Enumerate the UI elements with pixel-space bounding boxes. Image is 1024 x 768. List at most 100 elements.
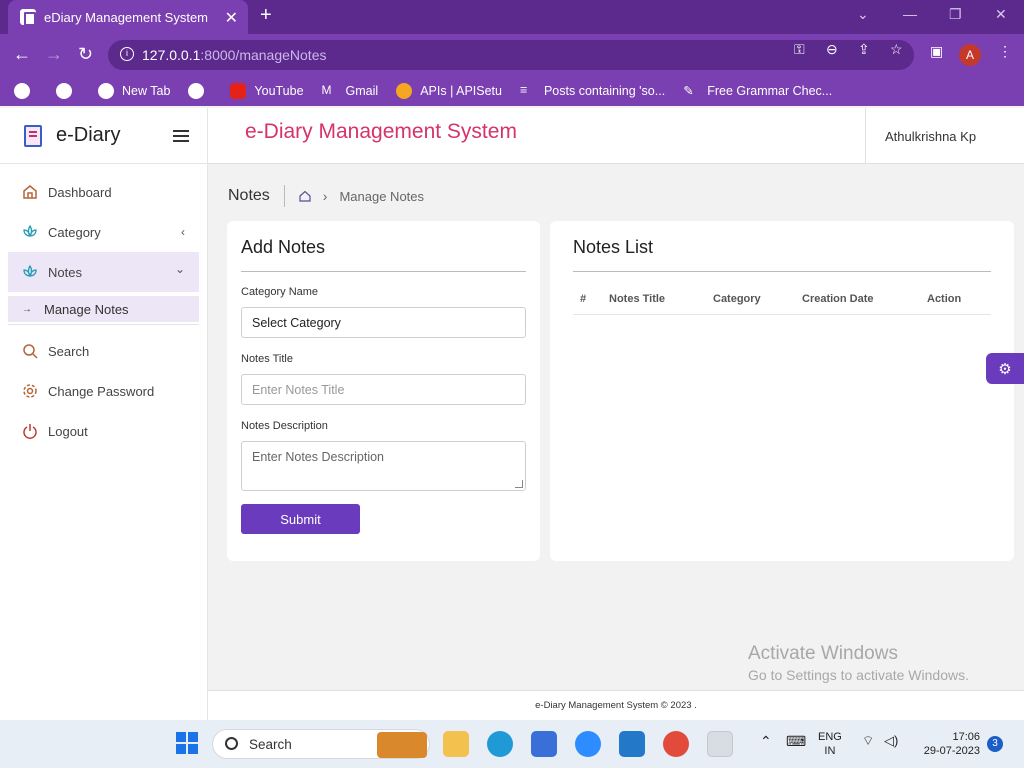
back-icon[interactable]: ←: [13, 44, 31, 65]
page-title: Notes: [228, 187, 270, 204]
address-bar: ← → ↻ i 127.0.0.1:8000/manageNotes ⚿ ⊖ ⇪…: [0, 34, 1024, 76]
browser-tab[interactable]: eDiary Management System ✕: [8, 0, 248, 34]
sidepanel-icon[interactable]: ▣: [930, 43, 943, 60]
notes-description-textarea[interactable]: Enter Notes Description: [241, 441, 526, 491]
browser-tab-bar: eDiary Management System ✕ + ⌄ — ❐ ✕: [0, 0, 1024, 34]
activate-windows-watermark: Activate Windows Go to Settings to activ…: [748, 643, 969, 683]
page-footer: e-Diary Management System © 2023 .: [208, 690, 1024, 720]
app-title: e-Diary Management System: [245, 120, 517, 143]
forward-icon[interactable]: →: [45, 44, 63, 65]
sidebar-item-category[interactable]: Category ‹: [0, 212, 207, 252]
globe-icon: [14, 83, 30, 99]
tiger-illustration-icon: [377, 732, 427, 758]
tab-close-icon[interactable]: ✕: [225, 8, 238, 28]
lotus-icon: [23, 264, 37, 278]
chrome-icon[interactable]: [663, 731, 689, 757]
sidebar-item-label: Dashboard: [48, 184, 112, 200]
wifi-icon[interactable]: ⌔: [862, 734, 874, 748]
breadcrumb: Notes › Manage Notes: [228, 185, 424, 207]
tab-title: eDiary Management System: [44, 9, 209, 25]
bookmarks-bar: New Tab YouTube M Gmail APIs | APISetu ≡ P…: [0, 76, 1024, 106]
chevron-down-icon: ⌄: [174, 262, 185, 276]
taskbar: Search ⌃ ⌨ ENG IN ⌔ ◁) 17:06 29-07-2023: [0, 720, 1024, 768]
user-name: Athulkrishna Kp: [885, 128, 977, 144]
notes-list-card: Notes List # Notes Title Category Creati…: [550, 221, 1014, 561]
gear-icon: [23, 384, 37, 398]
stackoverflow-icon: ≡: [519, 83, 528, 97]
brand-title: e-Diary: [56, 124, 121, 146]
search-icon: [225, 737, 238, 750]
chevron-right-icon: ›: [322, 188, 328, 204]
user-menu[interactable]: Athulkrishna Kp: [865, 108, 1024, 164]
bookmark-item[interactable]: [188, 83, 212, 99]
taskbar-search[interactable]: Search: [212, 729, 430, 759]
column-header-action: Action: [927, 293, 962, 305]
file-explorer-icon[interactable]: [443, 731, 469, 757]
notes-list-title: Notes List: [573, 237, 654, 257]
notes-title-label: Notes Title: [241, 353, 293, 365]
restore-icon[interactable]: ❐: [949, 6, 962, 23]
bookmark-item[interactable]: [14, 83, 38, 99]
window-close-icon[interactable]: ✕: [995, 6, 1007, 23]
submit-button[interactable]: Submit: [241, 504, 360, 534]
share-icon[interactable]: ⇪: [858, 41, 870, 58]
sidebar-subitem-label: Manage Notes: [44, 301, 129, 317]
profile-avatar[interactable]: A: [959, 44, 981, 66]
bookmark-item[interactable]: [56, 83, 80, 99]
bookmark-gmail[interactable]: M Gmail: [322, 83, 379, 99]
windows-start-icon[interactable]: [176, 732, 198, 754]
sidebar-item-dashboard[interactable]: Dashboard: [0, 172, 207, 212]
diary-logo-icon: [24, 124, 42, 147]
sidebar-item-search[interactable]: Search: [0, 331, 207, 371]
site-info-icon[interactable]: i: [120, 47, 134, 61]
key-icon[interactable]: ⚿: [794, 41, 805, 58]
language-indicator[interactable]: ENG IN: [818, 730, 842, 758]
store-icon[interactable]: [531, 731, 557, 757]
bookmark-new-tab[interactable]: New Tab: [98, 83, 170, 99]
zoom-icon[interactable]: ⊖: [826, 41, 838, 58]
reload-icon[interactable]: ↻: [78, 44, 93, 65]
notes-title-input[interactable]: Enter Notes Title: [241, 374, 526, 405]
clock[interactable]: 17:06 29-07-2023: [918, 730, 980, 758]
keyboard-icon[interactable]: ⌨: [786, 734, 806, 748]
divider: [241, 271, 526, 272]
new-tab-button[interactable]: +: [260, 4, 272, 27]
bookmark-star-icon[interactable]: ☆: [890, 41, 903, 58]
column-header-creation-date: Creation Date: [802, 293, 874, 305]
bookmark-grammar[interactable]: ✎ Free Grammar Chec...: [683, 83, 832, 99]
minimize-icon[interactable]: —: [903, 6, 917, 22]
sidebar-item-notes[interactable]: Notes ⌄: [8, 252, 199, 292]
gear-icon: ⚙: [998, 360, 1012, 378]
chevron-left-icon: ‹: [181, 225, 185, 239]
chevron-up-icon[interactable]: ⌃: [760, 734, 772, 748]
add-notes-title: Add Notes: [241, 237, 326, 257]
vscode-icon[interactable]: [619, 731, 645, 757]
notification-badge[interactable]: 3: [987, 736, 1003, 752]
divider: [573, 271, 991, 272]
bookmark-youtube[interactable]: YouTube: [230, 83, 304, 99]
browser-menu-icon[interactable]: ⋮: [998, 43, 1012, 60]
tab-search-icon[interactable]: ⌄: [857, 6, 869, 23]
globe-icon: [188, 83, 205, 99]
sidebar-item-change-password[interactable]: Change Password: [0, 371, 207, 411]
power-icon: [23, 424, 37, 439]
category-select[interactable]: Select Category: [241, 307, 526, 338]
settings-gear-button[interactable]: ⚙: [986, 353, 1024, 384]
sidebar-item-logout[interactable]: Logout: [0, 411, 207, 451]
snipping-tool-icon[interactable]: [707, 731, 733, 757]
bookmark-apisetu[interactable]: APIs | APISetu: [396, 83, 502, 99]
volume-icon[interactable]: ◁): [884, 734, 898, 748]
sidebar-menu: Dashboard Category ‹ Notes ⌄ → Manage No…: [0, 164, 207, 451]
edge-icon[interactable]: [487, 731, 513, 757]
home-icon[interactable]: [299, 190, 311, 202]
zoom-icon[interactable]: [575, 731, 601, 757]
sidebar: e-Diary Dashboard Category ‹ Notes ⌄ → M…: [0, 108, 208, 720]
bookmark-stackoverflow[interactable]: ≡ Posts containing 'so...: [520, 83, 665, 99]
sidebar-item-label: Category: [48, 224, 101, 240]
url-host: 127.0.0.1: [142, 47, 201, 63]
globe-icon: [98, 83, 114, 99]
arrow-right-icon: →: [22, 303, 32, 315]
table-header: # Notes Title Category Creation Date Act…: [573, 291, 991, 315]
sidebar-item-manage-notes[interactable]: → Manage Notes: [8, 292, 199, 322]
hamburger-menu-icon[interactable]: [173, 130, 189, 142]
